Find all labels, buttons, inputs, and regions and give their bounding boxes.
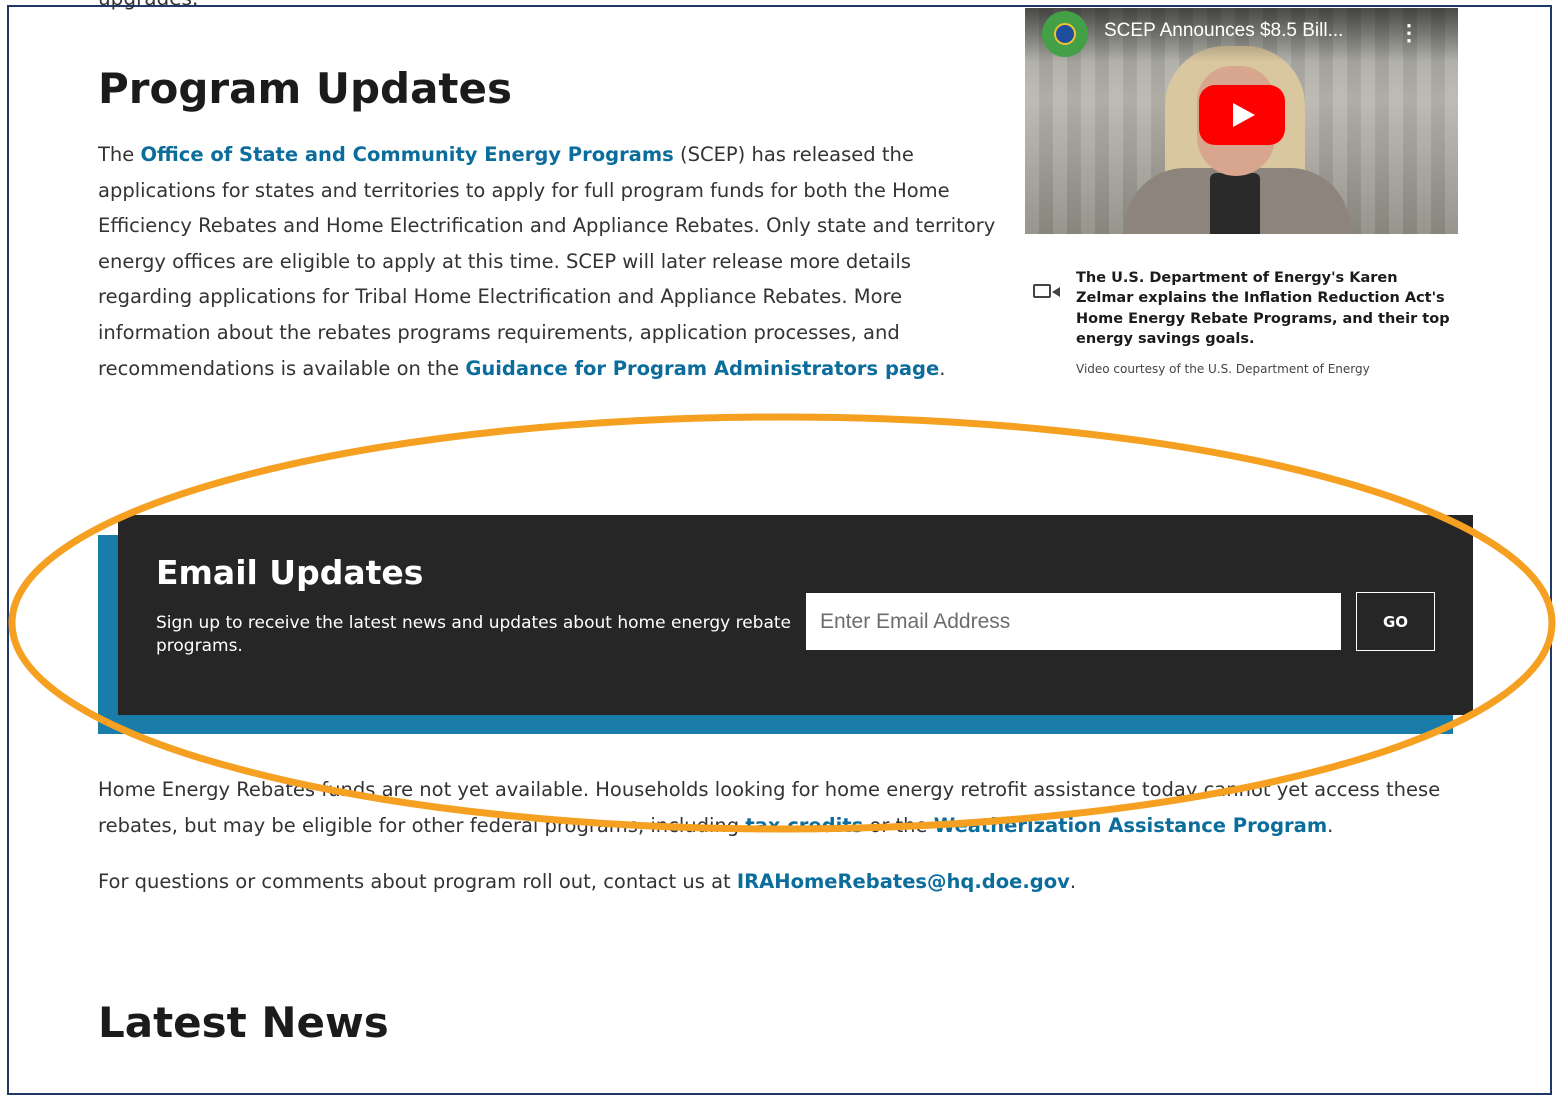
- contact-text-b: .: [1069, 870, 1077, 893]
- contact-note: For questions or comments about program …: [98, 864, 1468, 900]
- program-updates-title: Program Updates: [98, 64, 512, 113]
- email-updates-panel: Email Updates Sign up to receive the lat…: [118, 515, 1473, 715]
- funds-note: Home Energy Rebates funds are not yet av…: [98, 772, 1468, 843]
- contact-text-a: For questions or comments about program …: [98, 870, 737, 893]
- video-thumbnail-shirt: [1210, 173, 1260, 234]
- video-credit: Video courtesy of the U.S. Department of…: [1076, 362, 1370, 376]
- scep-link[interactable]: Office of State and Community Energy Pro…: [140, 143, 673, 166]
- more-options-icon[interactable]: ⋮: [1398, 20, 1420, 46]
- contact-email-link[interactable]: IRAHomeRebates@hq.doe.gov: [737, 870, 1070, 893]
- intro-end-text: .: [939, 356, 946, 380]
- weatherization-link[interactable]: Weatherization Assistance Program: [934, 814, 1327, 837]
- email-updates-description: Sign up to receive the latest news and u…: [156, 613, 791, 656]
- intro-body-text: (SCEP) has released the applications for…: [98, 143, 996, 380]
- guidance-link[interactable]: Guidance for Program Administrators page: [465, 357, 939, 380]
- email-input[interactable]: [806, 593, 1341, 650]
- video-title[interactable]: SCEP Announces $8.5 Bill...: [1104, 20, 1343, 42]
- doe-seal-icon[interactable]: [1042, 11, 1088, 57]
- funds-note-text-b: or the: [863, 813, 934, 837]
- funds-note-text-c: .: [1327, 813, 1334, 837]
- latest-news-title: Latest News: [98, 998, 389, 1047]
- video-caption: The U.S. Department of Energy's Karen Ze…: [1076, 270, 1450, 348]
- video-camera-icon: [1033, 284, 1060, 298]
- go-button[interactable]: GO: [1356, 592, 1435, 651]
- tax-credits-link[interactable]: tax credits: [745, 814, 863, 837]
- program-updates-intro: The Office of State and Community Energy…: [98, 137, 998, 386]
- cut-off-text: upgrades.: [98, 0, 198, 10]
- email-updates-title: Email Updates: [156, 553, 424, 592]
- video-player[interactable]: SCEP Announces $8.5 Bill... ⋮: [1025, 8, 1458, 234]
- youtube-play-icon[interactable]: [1199, 85, 1285, 145]
- intro-lead-text: The: [98, 143, 141, 166]
